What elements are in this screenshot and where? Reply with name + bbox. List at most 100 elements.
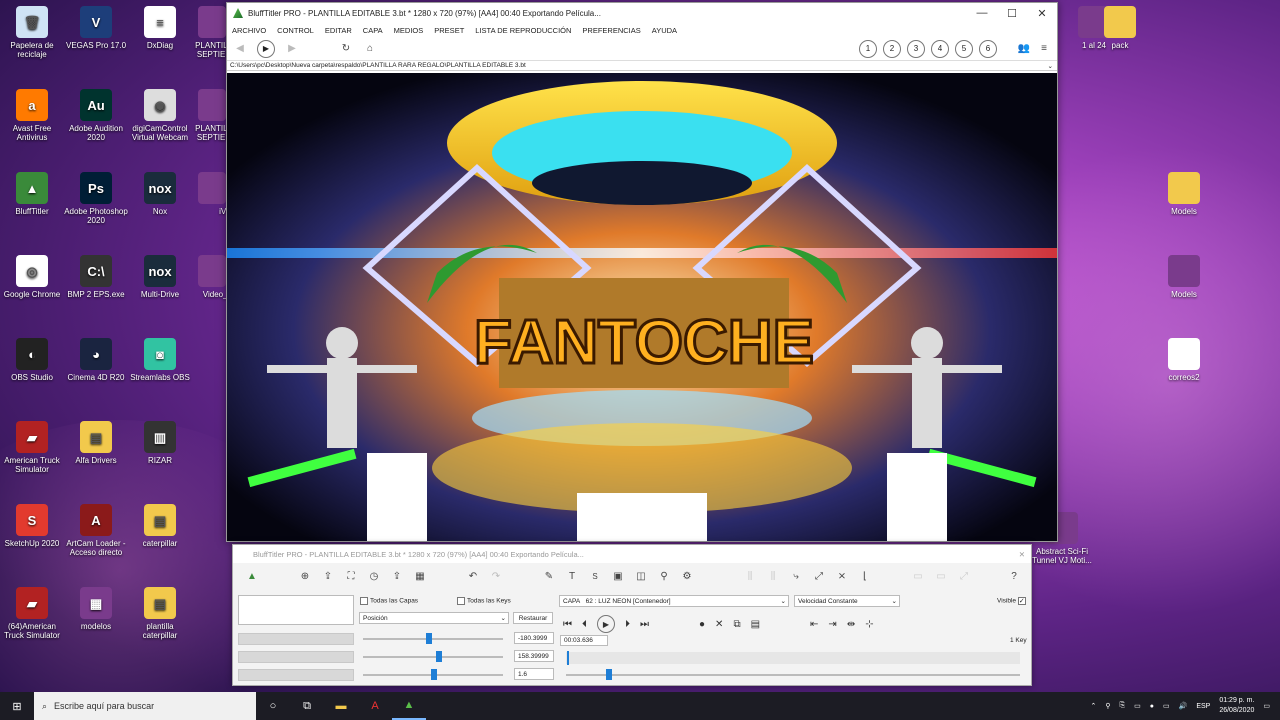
desktop-icon[interactable]: nox Multi-Drive <box>128 255 192 299</box>
desktop-icon[interactable]: 🗑 Papelera de reciclaje <box>0 6 64 59</box>
link-icon[interactable]: ⚲ <box>657 569 671 583</box>
timeline-track[interactable] <box>566 652 1020 664</box>
z-slider-handle[interactable] <box>431 669 437 680</box>
property-select[interactable]: Posición ⌄ <box>359 612 509 624</box>
settings-badge-icon[interactable]: 6 <box>979 39 997 58</box>
align-icon[interactable]: ⫼ <box>743 569 757 583</box>
tray-battery-icon[interactable]: ▭ <box>1163 702 1170 710</box>
layer-select[interactable]: CAPA 62 : LUZ NEON [Contenedor] ⌄ <box>559 595 789 607</box>
timeline-scroll[interactable] <box>566 674 1020 676</box>
x-slider-handle[interactable] <box>426 633 432 644</box>
all-layers-check-icon[interactable] <box>360 597 368 605</box>
desktop-icon[interactable]: ▤ plantilla caterpillar <box>128 587 192 640</box>
time-display[interactable]: 00:03.636 <box>560 635 608 646</box>
text-badge-icon[interactable]: 2 <box>883 39 901 58</box>
main-titlebar[interactable]: BluffTitler PRO - PLANTILLA EDITABLE 3.b… <box>227 3 1057 23</box>
x-value-input[interactable]: -180.3999 <box>514 632 554 644</box>
refresh-icon[interactable]: ↻ <box>339 42 353 56</box>
desktop-icon[interactable]: ◐ OBS Studio <box>0 338 64 382</box>
copy-badge-icon[interactable]: 5 <box>955 39 973 58</box>
layers-badge-icon[interactable]: 3 <box>907 39 925 58</box>
menu-capa[interactable]: CAPA <box>363 26 383 35</box>
taskbar-search[interactable]: ⌕ Escribe aquí para buscar <box>34 692 256 720</box>
brush-icon[interactable]: ✎ <box>542 569 556 583</box>
hierarchy-icon[interactable]: ⤷ <box>789 569 803 583</box>
minimize-button[interactable]: — <box>967 7 997 20</box>
all-keys-check-icon[interactable] <box>457 597 465 605</box>
y-slider[interactable] <box>363 656 503 658</box>
particles-icon[interactable]: ⚙ <box>680 569 694 583</box>
menu-preset[interactable]: PRESET <box>434 26 464 35</box>
timeline-titlebar[interactable]: BluffTitler PRO - PLANTILLA EDITABLE 3.b… <box>233 545 1031 563</box>
tray-folder-icon[interactable]: ▭ <box>1134 702 1141 710</box>
cube-icon[interactable]: ◫ <box>634 569 648 583</box>
render-preview[interactable]: FANTOCHE <box>227 73 1057 541</box>
desktop-icon[interactable]: V VEGAS Pro 17.0 <box>64 6 128 50</box>
desktop-icon[interactable]: ▥ RIZAR <box>128 421 192 465</box>
desktop-icon[interactable]: S SketchUp 2020 <box>0 504 64 548</box>
z-value-input[interactable]: 1.6 <box>514 668 554 680</box>
timeline-scroll-handle[interactable] <box>606 669 612 680</box>
paste-key-icon[interactable]: ▤ <box>751 619 760 630</box>
desktop-icon[interactable]: correos2 <box>1152 338 1216 382</box>
grid-icon[interactable]: ▦ <box>413 569 427 583</box>
playhead-marker[interactable] <box>567 651 569 665</box>
desktop-icon[interactable]: ◎ Google Chrome <box>0 255 64 299</box>
prev-frame-icon[interactable]: ◀ <box>233 42 247 56</box>
desktop-icon[interactable]: Models <box>1152 255 1216 299</box>
menu-archivo[interactable]: ARCHIVO <box>232 26 266 35</box>
add-layer-icon[interactable]: ⊕ <box>298 569 312 583</box>
key-l-icon[interactable]: ⌊ <box>858 569 872 583</box>
desktop-icon[interactable]: ▤ caterpillar <box>128 504 192 548</box>
redo-icon[interactable]: ↷ <box>489 569 503 583</box>
crop-icon[interactable]: ⛶ <box>344 569 358 583</box>
speed-select[interactable]: Velocidad Constante ⌄ <box>794 595 900 607</box>
first-key-icon[interactable]: ⇤ <box>810 619 818 630</box>
path-dropdown-icon[interactable]: ⌄ <box>1048 62 1057 70</box>
desktop-icon[interactable]: ◙ Streamlabs OBS <box>128 338 192 382</box>
tray-chevron-icon[interactable]: ⌃ <box>1090 702 1096 710</box>
visible-checkbox[interactable]: Visible ✓ <box>997 597 1028 605</box>
open-folder-icon[interactable]: ⇪ <box>390 569 404 583</box>
effects-badge-icon[interactable]: 4 <box>931 39 949 58</box>
channel-dropdown-2[interactable] <box>238 651 354 663</box>
menu-control[interactable]: CONTROL <box>277 26 314 35</box>
desktop-icon[interactable]: C:\ BMP 2 EPS.exe <box>64 255 128 299</box>
next-frame-icon[interactable]: ▶ <box>285 42 299 56</box>
menu-preferencias[interactable]: PREFERENCIAS <box>582 26 640 35</box>
all-layers-checkbox[interactable]: Todas las Capas <box>360 597 418 605</box>
menu-medios[interactable]: MEDIOS <box>394 26 424 35</box>
last-key-icon[interactable]: ⇥ <box>828 619 836 630</box>
transform-icon[interactable]: ⤢ <box>812 569 826 583</box>
desktop-icon[interactable]: ◕ Cinema 4D R20 <box>64 338 128 382</box>
desktop-icon[interactable]: A ArtCam Loader - Acceso directo <box>64 504 128 557</box>
prev-key-icon[interactable]: ⏴ <box>582 619 587 630</box>
artcam-taskbar-icon[interactable]: A <box>358 692 392 720</box>
record-key-icon[interactable]: ● <box>699 619 705 630</box>
tray-clock[interactable]: 01:29 p. m. 26/08/2020 <box>1219 696 1254 716</box>
skip-end-icon[interactable]: ⏭ <box>640 619 649 630</box>
tray-network-icon[interactable]: ⎘ <box>1120 702 1126 710</box>
maximize-button[interactable]: ☐ <box>997 7 1027 20</box>
restore-button[interactable]: Restaurar <box>513 612 553 624</box>
home-icon[interactable]: ⌂ <box>363 42 377 56</box>
tray-webcam-icon[interactable]: ● <box>1150 703 1154 710</box>
clock-icon[interactable]: ◷ <box>367 569 381 583</box>
y-slider-handle[interactable] <box>436 651 442 662</box>
blufftitler-taskbar-icon[interactable]: ▲ <box>392 692 426 720</box>
desktop-icon[interactable]: ▦ modelos <box>64 587 128 631</box>
tray-language[interactable]: ESP <box>1196 703 1210 710</box>
menu-editar[interactable]: EDITAR <box>325 26 352 35</box>
users-icon[interactable]: 👥 <box>1017 42 1031 56</box>
expand-keys-icon[interactable]: ⇹ <box>847 619 855 630</box>
visible-check-icon[interactable]: ✓ <box>1017 597 1026 605</box>
open-icon[interactable]: ⇪ <box>321 569 335 583</box>
all-keys-checkbox[interactable]: Todas las Keys <box>457 597 511 605</box>
desktop-icon[interactable]: ▰ American Truck Simulator <box>0 421 64 474</box>
tray-volume-icon[interactable]: 🔊 <box>1179 702 1188 710</box>
align2-icon[interactable]: ⫼ <box>766 569 780 583</box>
hamburger-menu-icon[interactable]: ≡ <box>1037 42 1051 56</box>
play-button[interactable]: ▶ <box>257 39 275 58</box>
desktop-icon[interactable]: ≡ DxDiag <box>128 6 192 50</box>
close-button[interactable]: ✕ <box>1027 7 1057 20</box>
